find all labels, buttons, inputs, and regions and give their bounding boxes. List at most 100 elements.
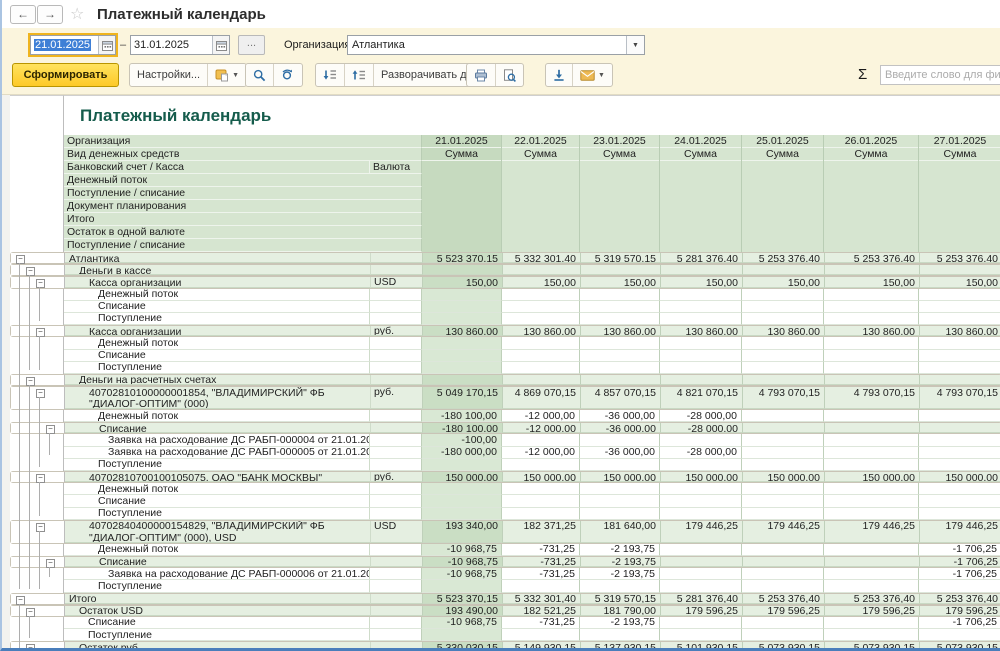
value-cell[interactable]: 5 101 930,15 bbox=[661, 642, 743, 651]
value-cell[interactable] bbox=[660, 568, 742, 580]
value-cell[interactable]: -1 706,25 bbox=[920, 557, 1000, 567]
row-label-cell[interactable]: Списание bbox=[65, 423, 371, 433]
value-cell[interactable] bbox=[824, 495, 919, 507]
value-cell[interactable] bbox=[824, 459, 919, 471]
value-cell[interactable] bbox=[422, 483, 502, 495]
value-cell[interactable] bbox=[824, 568, 919, 580]
value-cell[interactable]: -28 000,00 bbox=[661, 423, 743, 433]
value-cell[interactable] bbox=[660, 629, 742, 641]
value-cell[interactable] bbox=[824, 362, 919, 374]
value-cell[interactable] bbox=[503, 375, 581, 385]
value-cell[interactable]: 150 000,00 bbox=[581, 472, 661, 482]
value-cell[interactable] bbox=[824, 629, 919, 641]
row-label-cell[interactable]: Поступление bbox=[64, 459, 370, 471]
value-cell[interactable] bbox=[502, 313, 580, 325]
row-label-cell[interactable]: 40702810100000001854, "ВЛАДИМИРСКИЙ" ФБ … bbox=[65, 387, 371, 409]
currency-cell[interactable] bbox=[370, 434, 422, 446]
currency-cell[interactable] bbox=[371, 375, 423, 385]
row-label-cell[interactable]: Поступление bbox=[64, 629, 370, 641]
currency-cell[interactable] bbox=[370, 568, 422, 580]
send-email-button[interactable]: ▼ bbox=[572, 64, 612, 86]
value-cell[interactable] bbox=[502, 483, 580, 495]
value-cell[interactable] bbox=[824, 434, 919, 446]
value-cell[interactable] bbox=[580, 301, 660, 313]
settings-button[interactable]: Настройки... bbox=[130, 64, 207, 86]
search-next-button[interactable] bbox=[273, 64, 302, 86]
value-cell[interactable] bbox=[919, 434, 1000, 446]
row-label-cell[interactable]: Остаток USD bbox=[65, 606, 371, 616]
value-cell[interactable] bbox=[503, 265, 581, 275]
value-cell[interactable] bbox=[919, 337, 1000, 349]
value-cell[interactable] bbox=[580, 459, 660, 471]
value-cell[interactable] bbox=[580, 629, 660, 641]
value-cell[interactable] bbox=[824, 313, 919, 325]
value-cell[interactable] bbox=[919, 629, 1000, 641]
value-cell[interactable] bbox=[742, 483, 824, 495]
value-cell[interactable] bbox=[742, 410, 824, 422]
value-cell[interactable] bbox=[580, 289, 660, 301]
header-label-row[interactable]: Итого bbox=[64, 213, 422, 226]
favorite-star-icon[interactable]: ☆ bbox=[70, 4, 84, 24]
value-cell[interactable] bbox=[743, 265, 825, 275]
value-cell[interactable]: -36 000,00 bbox=[580, 410, 660, 422]
value-cell[interactable]: -100,00 bbox=[422, 434, 502, 446]
value-cell[interactable] bbox=[580, 337, 660, 349]
value-cell[interactable] bbox=[919, 459, 1000, 471]
value-cell[interactable] bbox=[502, 495, 580, 507]
value-cell[interactable] bbox=[422, 289, 502, 301]
value-cell[interactable]: -36 000,00 bbox=[581, 423, 661, 433]
value-cell[interactable] bbox=[742, 301, 824, 313]
currency-cell[interactable] bbox=[370, 447, 422, 459]
value-cell[interactable] bbox=[919, 301, 1000, 313]
value-cell[interactable]: -180 100,00 bbox=[423, 423, 503, 433]
save-result-button[interactable] bbox=[546, 64, 572, 86]
value-cell[interactable] bbox=[824, 483, 919, 495]
collapse-expander[interactable]: − bbox=[46, 425, 55, 434]
value-cell[interactable]: 150 000,00 bbox=[743, 472, 825, 482]
date-column-header[interactable]: 23.01.2025Сумма bbox=[580, 135, 660, 252]
value-cell[interactable] bbox=[660, 508, 742, 520]
value-cell[interactable] bbox=[919, 313, 1000, 325]
quick-filter-input[interactable] bbox=[881, 66, 1000, 84]
currency-cell[interactable] bbox=[370, 410, 422, 422]
row-label-cell[interactable]: Денежный поток bbox=[64, 483, 370, 495]
collapse-expander[interactable]: − bbox=[46, 559, 55, 568]
value-cell[interactable] bbox=[660, 337, 742, 349]
organization-combo[interactable]: Атлантика ▼ bbox=[347, 35, 645, 55]
value-cell[interactable]: 5 281 376,40 bbox=[661, 253, 743, 263]
value-cell[interactable]: -180 000,00 bbox=[422, 447, 502, 459]
value-cell[interactable] bbox=[660, 483, 742, 495]
value-cell[interactable] bbox=[919, 447, 1000, 459]
date-column-header[interactable]: 26.01.2025Сумма bbox=[824, 135, 919, 252]
value-cell[interactable] bbox=[824, 508, 919, 520]
value-cell[interactable]: 5 073 930,15 bbox=[743, 642, 825, 651]
value-cell[interactable] bbox=[581, 375, 661, 385]
value-cell[interactable] bbox=[824, 337, 919, 349]
currency-cell[interactable] bbox=[370, 544, 422, 556]
value-cell[interactable]: 179 596,25 bbox=[743, 606, 825, 616]
value-cell[interactable]: 5 049 170,15 bbox=[423, 387, 503, 409]
currency-cell[interactable] bbox=[371, 557, 423, 567]
row-label-cell[interactable]: Касса организации bbox=[65, 326, 371, 336]
currency-cell[interactable] bbox=[370, 580, 422, 592]
value-cell[interactable] bbox=[580, 362, 660, 374]
row-label-cell[interactable]: Списание bbox=[64, 350, 370, 362]
value-cell[interactable]: 130 860,00 bbox=[920, 326, 1000, 336]
value-cell[interactable] bbox=[502, 580, 580, 592]
header-label-row[interactable]: Вид денежных средств bbox=[64, 148, 422, 161]
value-cell[interactable] bbox=[919, 289, 1000, 301]
value-cell[interactable] bbox=[920, 265, 1000, 275]
value-cell[interactable]: 5 073 930,15 bbox=[920, 642, 1000, 651]
value-cell[interactable] bbox=[825, 557, 920, 567]
value-cell[interactable]: -10 968,75 bbox=[422, 544, 502, 556]
value-cell[interactable] bbox=[920, 423, 1000, 433]
value-cell[interactable] bbox=[742, 447, 824, 459]
value-cell[interactable]: -12 000,00 bbox=[503, 423, 581, 433]
value-cell[interactable] bbox=[742, 495, 824, 507]
value-cell[interactable] bbox=[919, 350, 1000, 362]
collapse-groups-button[interactable] bbox=[344, 64, 373, 86]
value-cell[interactable] bbox=[660, 434, 742, 446]
value-cell[interactable]: 150 000,00 bbox=[920, 472, 1000, 482]
header-label-row[interactable]: Остаток в одной валюте bbox=[64, 226, 422, 239]
value-cell[interactable] bbox=[580, 508, 660, 520]
